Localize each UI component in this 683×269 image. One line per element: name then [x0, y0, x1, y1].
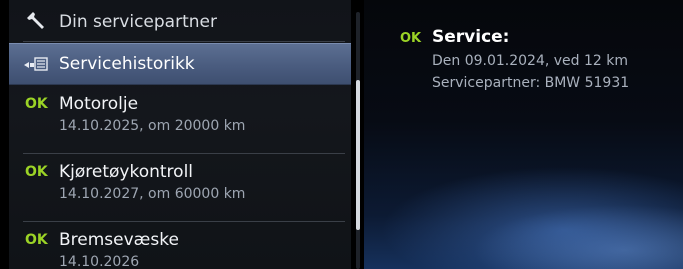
- menu-item-detail: 14.10.2025, om 20000 km: [59, 118, 246, 134]
- service-detail-panel: OK Service: Den 09.01.2024, ved 12 km Se…: [364, 0, 683, 269]
- status-badge: OK: [25, 232, 48, 248]
- service-partner: Servicepartner: BMW 51931: [432, 75, 630, 91]
- menu-item-label: Kjøretøykontroll: [59, 162, 194, 182]
- scrollbar[interactable]: [356, 12, 360, 269]
- scrollbar-thumb[interactable]: [356, 80, 360, 230]
- wrench-icon: [27, 12, 44, 29]
- menu-item-label: Motorolje: [59, 94, 139, 114]
- menu-item-detail: 14.10.2026: [59, 254, 140, 269]
- status-badge: OK: [25, 164, 48, 180]
- idrive-service-screen: Din servicepartner Servicehistorikk OK M…: [0, 0, 683, 269]
- menu-item-engine-oil[interactable]: OK Motorolje 14.10.2025, om 20000 km: [9, 86, 351, 154]
- service-history-icon: [24, 57, 48, 71]
- status-badge: OK: [25, 96, 48, 112]
- service-menu: Din servicepartner Servicehistorikk OK M…: [9, 0, 351, 269]
- menu-item-label: Bremsevæske: [59, 230, 179, 250]
- menu-item-service-history[interactable]: Servicehistorikk: [9, 43, 351, 85]
- detail-title: Service:: [432, 27, 510, 47]
- menu-item-label: Servicehistorikk: [59, 54, 195, 74]
- menu-item-detail: 14.10.2027, om 60000 km: [59, 186, 246, 202]
- service-date: Den 09.01.2024, ved 12 km: [432, 53, 629, 69]
- menu-item-service-partner[interactable]: Din servicepartner: [9, 0, 351, 42]
- menu-item-label: Din servicepartner: [59, 12, 217, 32]
- menu-item-vehicle-check[interactable]: OK Kjøretøykontroll 14.10.2027, om 60000…: [9, 154, 351, 222]
- menu-item-brake-fluid[interactable]: OK Bremsevæske 14.10.2026: [9, 222, 351, 269]
- status-badge: OK: [400, 31, 422, 46]
- divider: [23, 41, 345, 42]
